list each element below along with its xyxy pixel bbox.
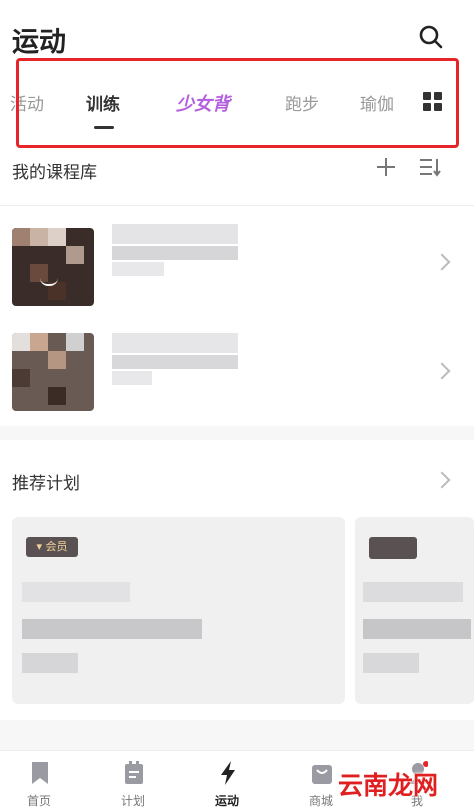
sort-icon[interactable] — [418, 157, 442, 177]
nav-item-sport[interactable]: 运动 — [180, 751, 274, 810]
plan-card[interactable] — [355, 517, 474, 704]
nav-label: 首页 — [26, 794, 51, 808]
section-title: 推荐计划 — [12, 474, 80, 494]
nav-label: 计划 — [120, 794, 145, 808]
page-title: 运动 — [12, 27, 66, 58]
plan-subtitle-redacted — [22, 653, 78, 673]
chevron-right-icon — [433, 362, 451, 380]
search-icon[interactable] — [418, 24, 444, 50]
plan-title-redacted — [22, 582, 130, 602]
course-title-redacted — [112, 224, 238, 244]
nav-label: 运动 — [214, 794, 239, 808]
divider — [0, 205, 474, 206]
course-thumbnail — [12, 333, 94, 411]
section-title: 我的课程库 — [12, 163, 97, 183]
lightning-icon — [221, 761, 235, 785]
bookmark-icon — [32, 762, 48, 784]
course-subtitle-redacted — [112, 371, 152, 385]
course-item[interactable] — [0, 210, 474, 328]
plan-subtitle-redacted — [363, 653, 419, 673]
course-thumbnail — [12, 228, 94, 306]
chevron-right-icon[interactable] — [433, 471, 451, 489]
shop-bag-icon — [312, 765, 332, 784]
calendar-icon — [125, 761, 143, 784]
nav-item-home[interactable]: 首页 — [0, 751, 86, 810]
member-badge: ▾ 会员 — [26, 537, 78, 557]
course-title-redacted — [112, 355, 238, 369]
plan-title-redacted — [363, 582, 463, 602]
course-item[interactable] — [0, 315, 474, 433]
nav-item-plan[interactable]: 计划 — [86, 751, 180, 810]
plan-title-redacted — [22, 619, 202, 639]
plus-icon[interactable] — [376, 157, 396, 177]
course-title-redacted — [112, 333, 238, 353]
plan-title-redacted — [363, 619, 471, 639]
member-badge — [369, 537, 417, 559]
chevron-right-icon — [433, 253, 451, 271]
annotation-highlight-box — [16, 58, 459, 148]
watermark-text: 云南龙网 — [338, 771, 439, 800]
course-subtitle-redacted — [112, 262, 164, 276]
course-title-redacted — [112, 246, 238, 260]
